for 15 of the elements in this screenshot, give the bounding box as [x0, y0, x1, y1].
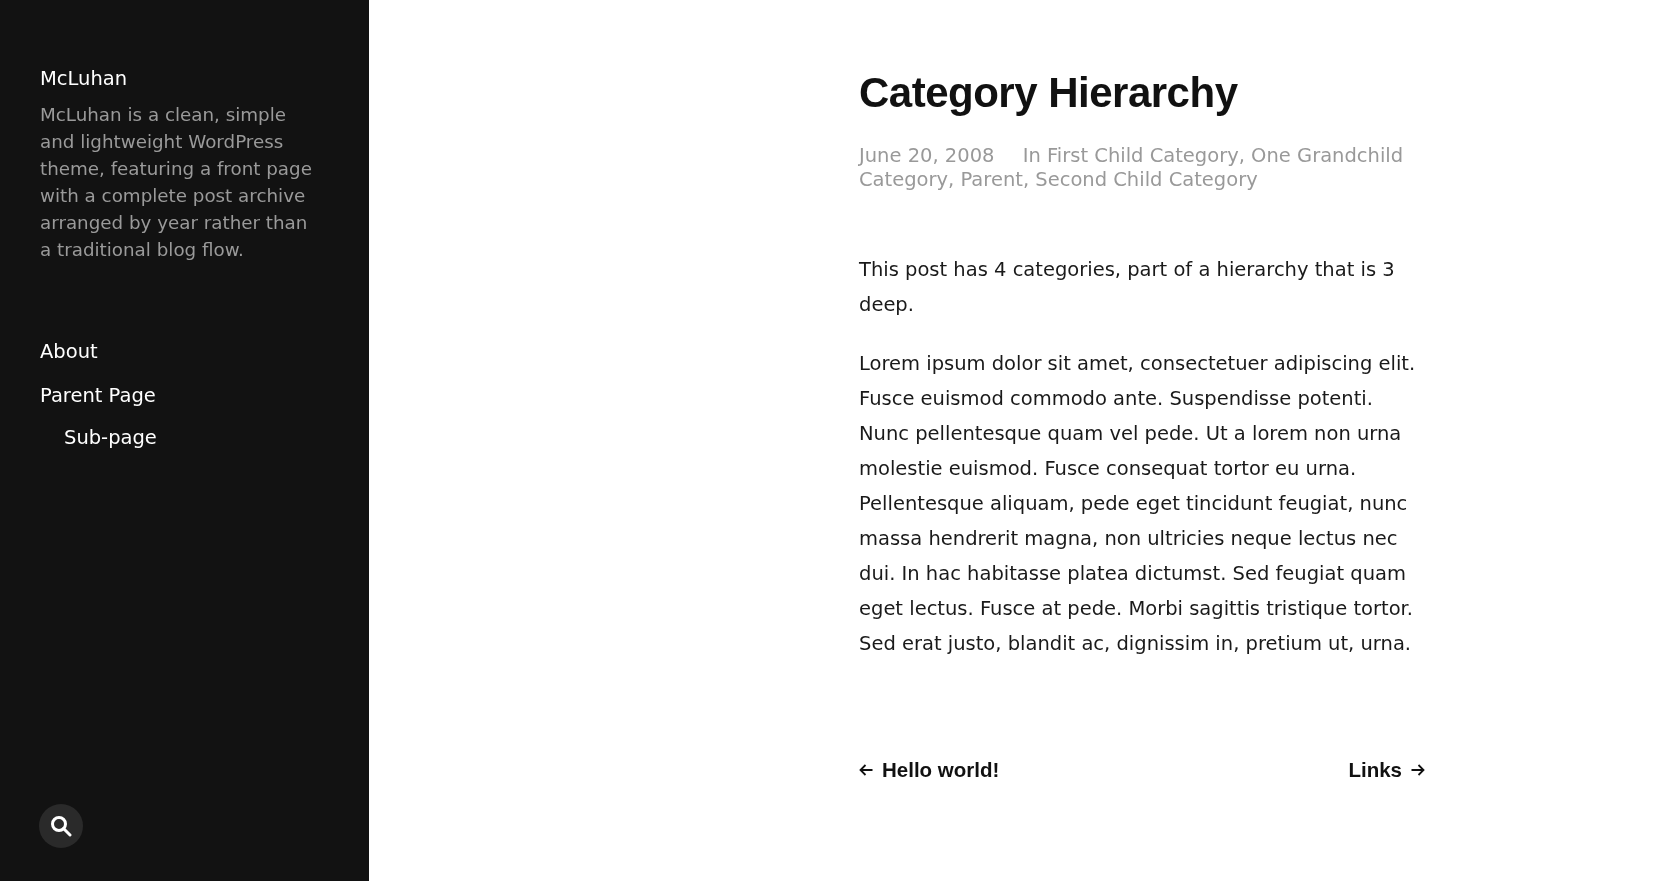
menu-link[interactable]: Sub-page — [64, 423, 157, 453]
site-description: McLuhan is a clean, simple and lightweight WordPress theme, featuring a front page with a complete post archive arranged by year rather than a traditional blog flow. — [40, 103, 313, 262]
search-icon — [50, 815, 72, 837]
post-title: Category Hierarchy — [859, 68, 1238, 118]
previous-post-link[interactable]: Hello world! — [859, 756, 1000, 784]
arrow-right-icon — [1411, 764, 1425, 776]
site-title[interactable]: McLuhan — [40, 65, 128, 93]
arrow-left-icon — [859, 764, 873, 776]
menu-link[interactable]: Parent Page — [40, 381, 156, 411]
post-paragraph: This post has 4 categories, part of a hierarchy that is 3 deep. — [859, 257, 1396, 318]
search-button[interactable] — [39, 804, 83, 848]
post-paragraph: Lorem ipsum dolor sit amet, consectetuer adipiscing elit. Fusce euismod commodo ante. Suspendisse potenti. Nunc pellentesque quam vel pede. Ut a lorem non urna molestie euismod. Fusce consequat tortor eu urna. Pellentesque aliquam, pede eget tincidunt feugiat, nunc massa hendrerit magna, non ultricies neque lectus nec dui. In hac habitasse platea dictumst. Sed feugiat quam eget lectus. Fusce at pede. Morbi sagittis tristique tortor. Sed erat justo, blandit ac, dignissim in, pretium ut, urna. — [859, 351, 1417, 657]
post-meta: June 20, 2008 In First Child Category, One Grandchild Category, Parent, Second Child Category — [859, 144, 1405, 192]
next-post-link[interactable]: Links — [1348, 756, 1425, 784]
menu-link[interactable]: About — [40, 337, 98, 367]
